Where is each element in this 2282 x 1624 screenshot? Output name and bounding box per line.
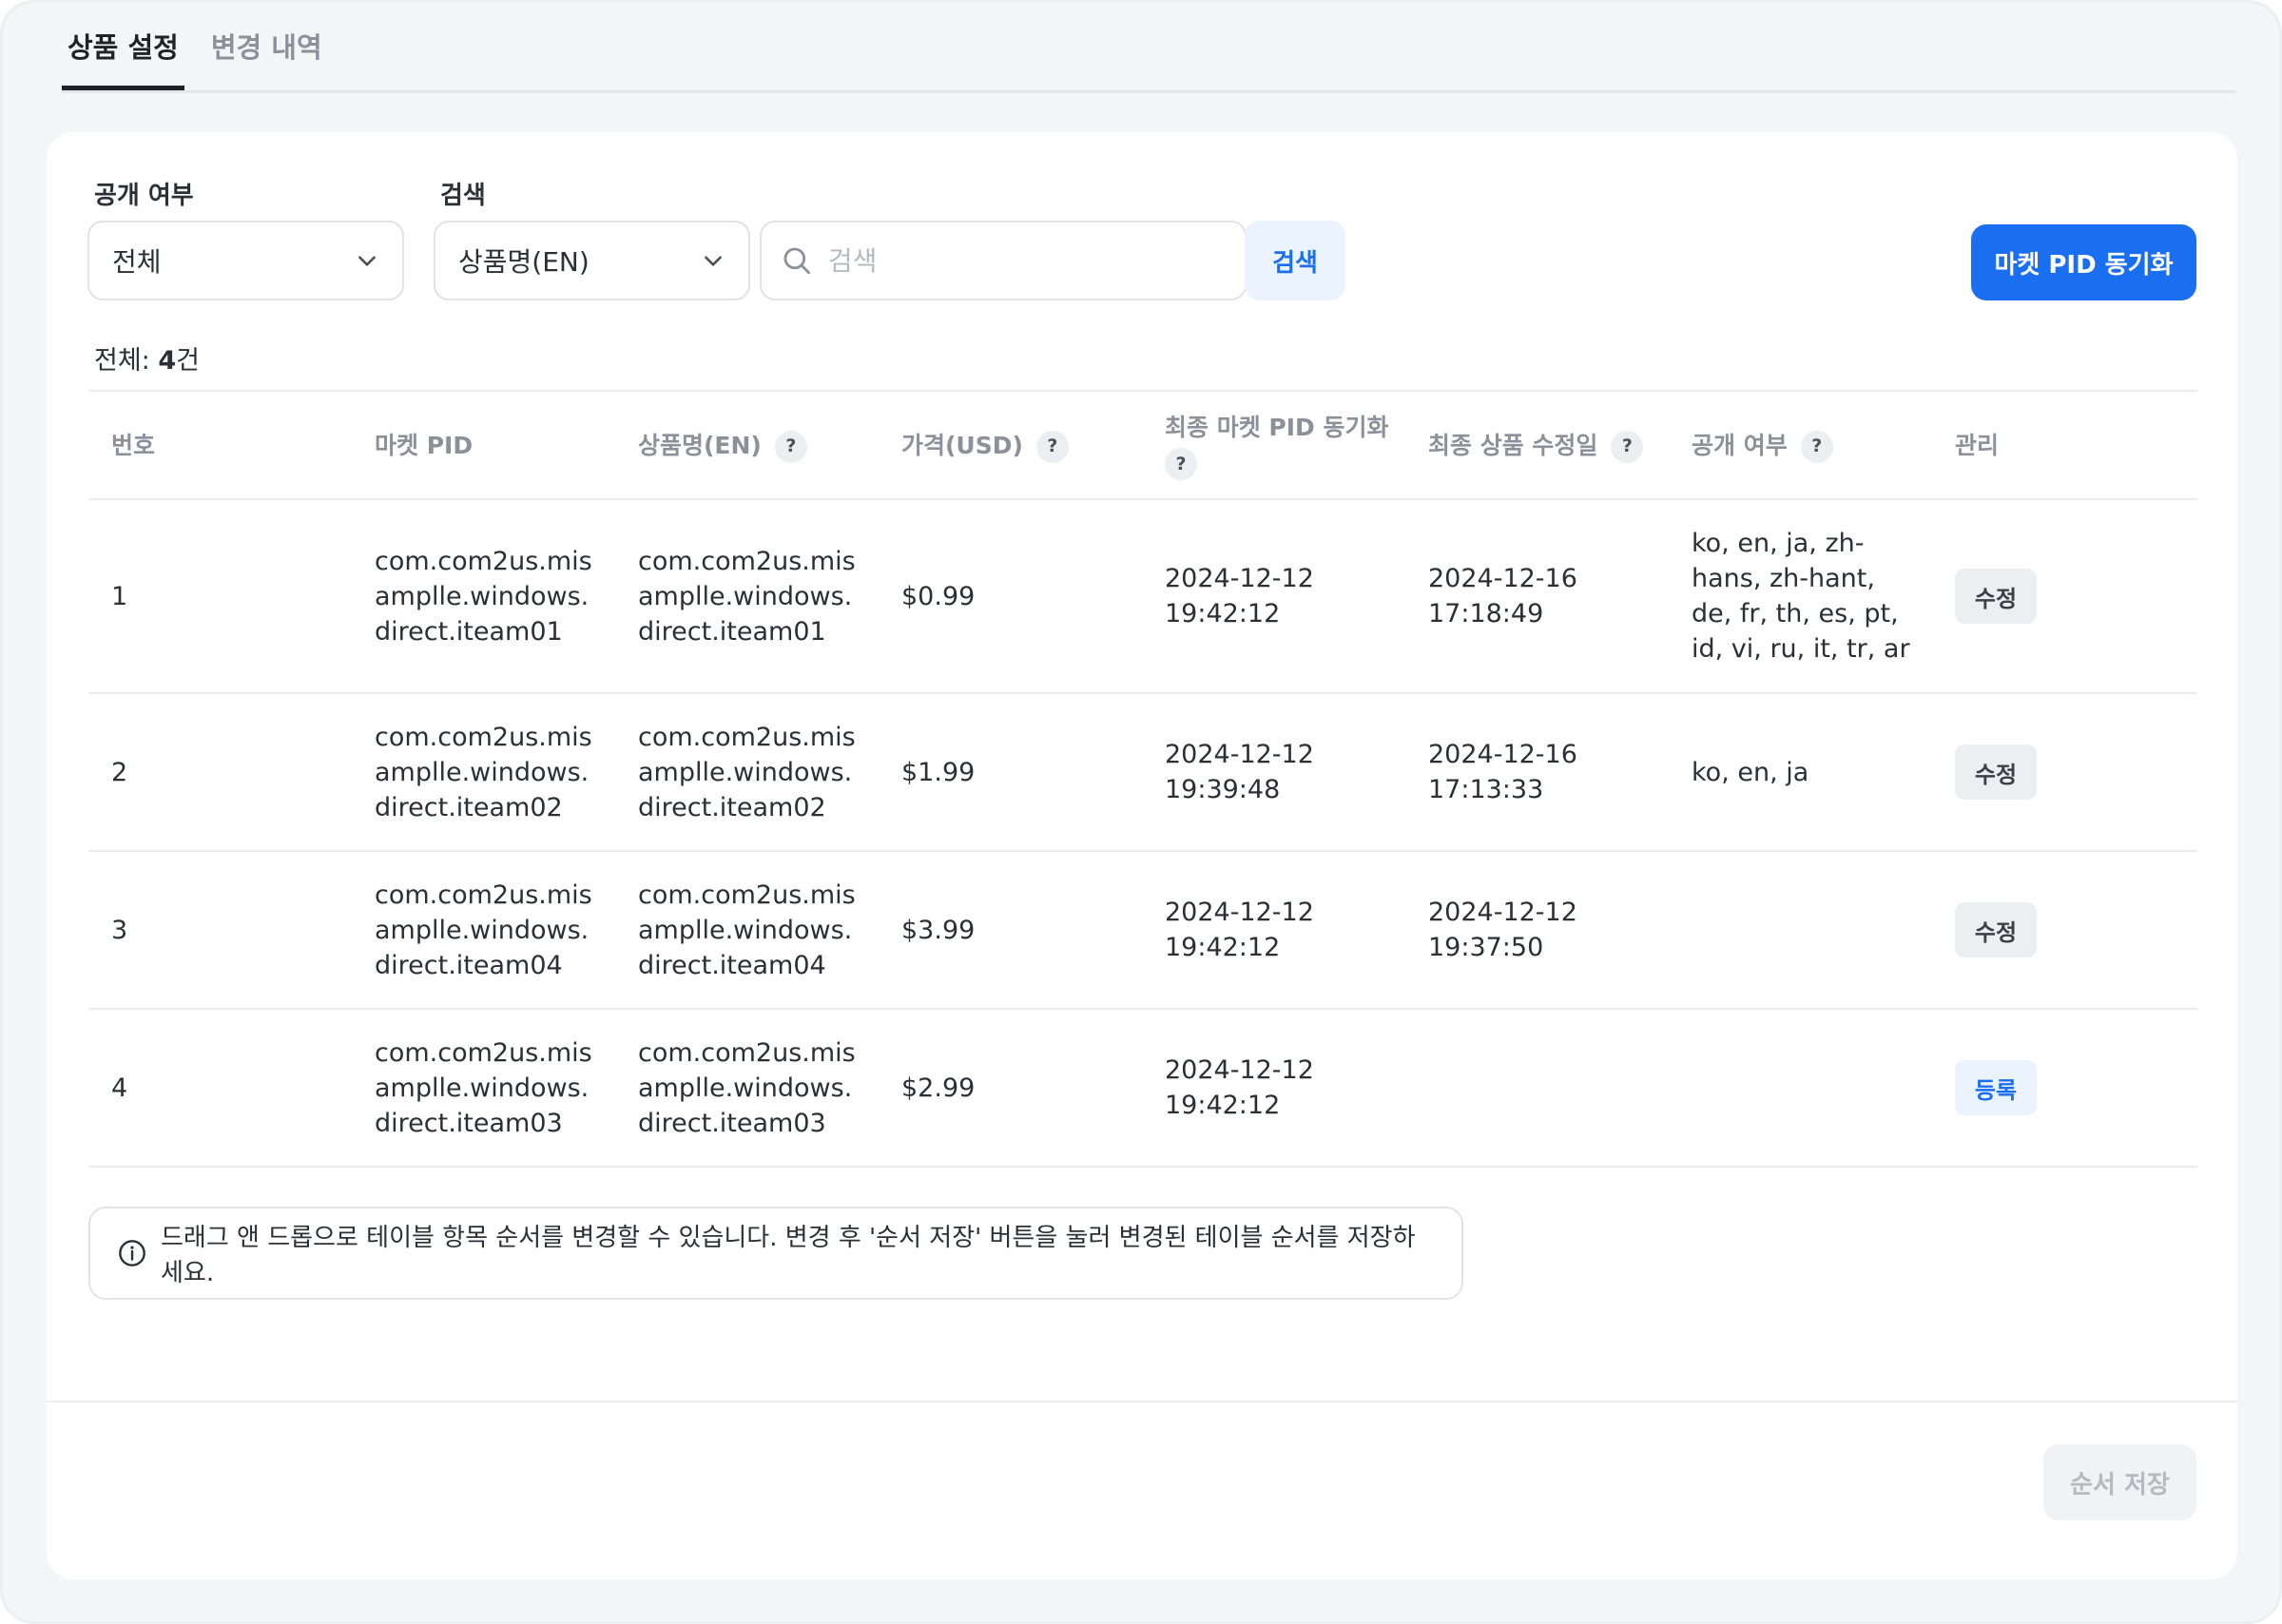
edit-button[interactable]: 수정 <box>1955 569 2037 624</box>
search-box <box>760 221 1247 300</box>
register-button[interactable]: 등록 <box>1955 1060 2037 1115</box>
save-order-button[interactable]: 순서 저장 <box>2043 1444 2196 1520</box>
header-number: 번호 <box>111 431 156 459</box>
info-icon <box>119 1240 145 1266</box>
main-card: 공개 여부 전체 검색 상품명(EN) 검색 마켓 PID 동기화 전체: 4건… <box>47 132 2237 1579</box>
row-price: $1.99 <box>901 757 976 787</box>
help-icon[interactable]: ? <box>1611 430 1644 463</box>
row-market-pid: com.com2us.misamplle.windows.direct.itea… <box>375 1037 592 1138</box>
tab-change-history[interactable]: 변경 내역 <box>205 0 328 90</box>
row-last-sync: 2024-12-12 19:42:12 <box>1165 1055 1314 1120</box>
row-last-modified: 2024-12-16 17:13:33 <box>1428 740 1577 804</box>
market-pid-sync-button[interactable]: 마켓 PID 동기화 <box>1971 224 2196 300</box>
row-last-sync: 2024-12-12 19:42:12 <box>1165 564 1314 628</box>
notice-text: 드래그 앤 드롭으로 테이블 항목 순서를 변경할 수 있습니다. 변경 후 '… <box>161 1224 1416 1287</box>
row-price: $0.99 <box>901 581 976 611</box>
product-table: 번호 마켓 PID 상품명(EN)? 가격(USD)? 최종 마켓 PID 동기… <box>88 390 2197 1168</box>
row-market-pid: com.com2us.misamplle.windows.direct.itea… <box>375 880 592 980</box>
search-input[interactable] <box>827 244 1226 277</box>
row-product-name: com.com2us.misamplle.windows.direct.itea… <box>638 1037 856 1138</box>
header-last-pid-sync: 최종 마켓 PID 동기화? <box>1165 410 1393 480</box>
chevron-down-icon <box>358 256 376 266</box>
row-last-sync: 2024-12-12 19:42:12 <box>1165 898 1314 962</box>
visibility-select[interactable]: 전체 <box>87 221 404 300</box>
row-product-name: com.com2us.misamplle.windows.direct.itea… <box>638 722 856 822</box>
edit-button[interactable]: 수정 <box>1955 902 2037 957</box>
search-field-select[interactable]: 상품명(EN) <box>434 221 750 300</box>
tab-bar: 상품 설정 변경 내역 <box>62 3 2235 93</box>
row-number: 1 <box>111 581 128 611</box>
row-product-name: com.com2us.misamplle.windows.direct.itea… <box>638 880 856 980</box>
total-count-value: 4 <box>158 346 177 376</box>
header-visibility: 공개 여부? <box>1692 428 1910 463</box>
help-icon[interactable]: ? <box>1800 430 1833 463</box>
total-count: 전체: 4건 <box>94 346 200 376</box>
row-market-pid: com.com2us.misamplle.windows.direct.itea… <box>375 722 592 822</box>
header-last-modified: 최종 상품 수정일? <box>1428 428 1656 463</box>
drag-drop-notice: 드래그 앤 드롭으로 테이블 항목 순서를 변경할 수 있습니다. 변경 후 '… <box>88 1207 1463 1300</box>
header-market-pid: 마켓 PID <box>375 431 474 459</box>
row-number: 4 <box>111 1073 128 1103</box>
page-frame: 상품 설정 변경 내역 공개 여부 전체 검색 상품명(EN) 검색 마켓 PI… <box>0 0 2282 1624</box>
visibility-filter-label: 공개 여부 <box>94 182 194 210</box>
help-icon[interactable]: ? <box>774 430 807 463</box>
help-icon[interactable]: ? <box>1035 430 1069 463</box>
row-visibility: ko, en, ja, zh-hans, zh-hant, de, fr, th… <box>1692 529 1910 664</box>
row-last-modified: 2024-12-16 17:18:49 <box>1428 564 1577 628</box>
chevron-down-icon <box>705 256 722 266</box>
table-row[interactable]: 2 com.com2us.misamplle.windows.direct.it… <box>88 694 2197 852</box>
row-price: $2.99 <box>901 1073 976 1103</box>
search-filter-label: 검색 <box>440 182 486 210</box>
row-number: 2 <box>111 757 128 787</box>
table-row[interactable]: 3 com.com2us.misamplle.windows.direct.it… <box>88 852 2197 1010</box>
row-price: $3.99 <box>901 915 976 945</box>
tab-product-settings[interactable]: 상품 설정 <box>62 0 184 90</box>
row-last-modified: 2024-12-12 19:37:50 <box>1428 898 1577 962</box>
search-button[interactable]: 검색 <box>1245 221 1345 300</box>
table-row[interactable]: 1 com.com2us.misamplle.windows.direct.it… <box>88 500 2197 694</box>
footer-divider <box>47 1401 2237 1402</box>
visibility-select-value: 전체 <box>112 246 162 278</box>
row-last-sync: 2024-12-12 19:39:48 <box>1165 740 1314 804</box>
search-field-select-value: 상품명(EN) <box>458 246 590 278</box>
search-icon <box>783 247 811 275</box>
header-manage: 관리 <box>1955 431 2000 459</box>
table-row[interactable]: 4 com.com2us.misamplle.windows.direct.it… <box>88 1010 2197 1168</box>
row-product-name: com.com2us.misamplle.windows.direct.itea… <box>638 546 856 647</box>
header-product-name: 상품명(EN)? <box>638 428 866 463</box>
edit-button[interactable]: 수정 <box>1955 744 2037 800</box>
row-number: 3 <box>111 915 128 945</box>
header-price: 가격(USD)? <box>901 428 1069 463</box>
table-header-row: 번호 마켓 PID 상품명(EN)? 가격(USD)? 최종 마켓 PID 동기… <box>88 392 2197 500</box>
row-visibility: ko, en, ja <box>1692 757 1809 787</box>
row-market-pid: com.com2us.misamplle.windows.direct.itea… <box>375 546 592 647</box>
help-icon[interactable]: ? <box>1165 448 1197 480</box>
